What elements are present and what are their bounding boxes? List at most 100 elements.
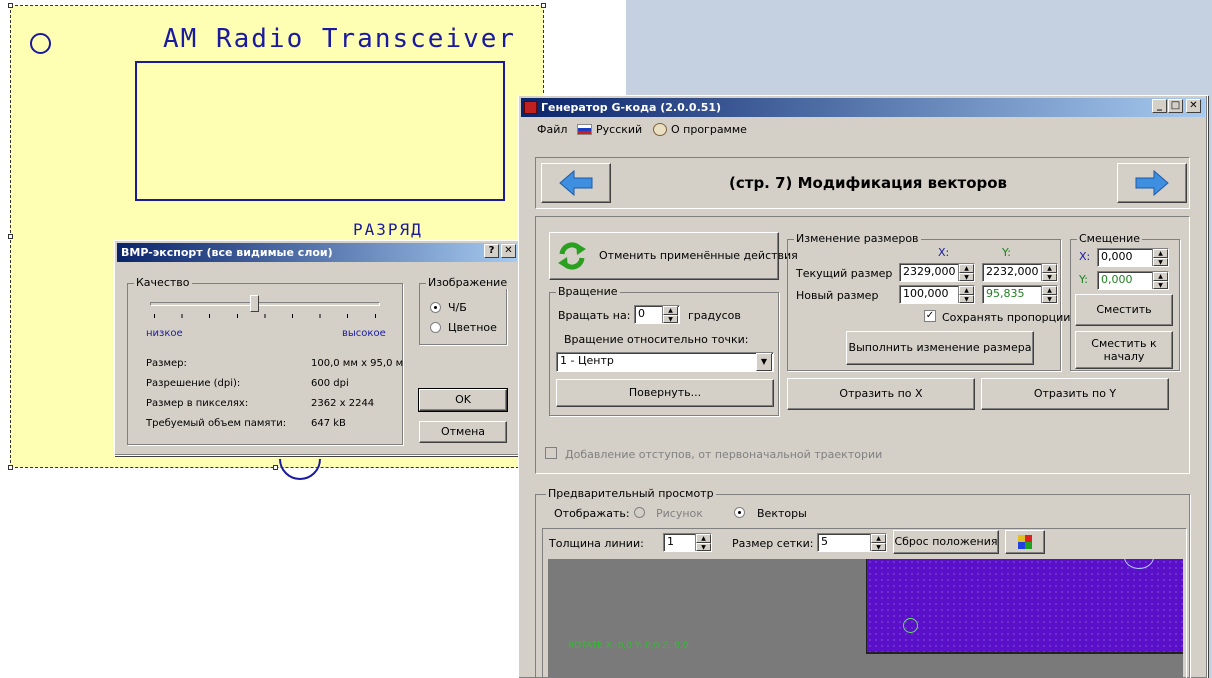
rotation-point-select[interactable]: 1 - Центр xyxy=(556,352,774,372)
gcode-generator-window: Генератор G-кода (2.0.0.51) _ □ ✕ Файл Р… xyxy=(518,95,1208,678)
menu-about[interactable]: О программе xyxy=(671,123,747,136)
selection-handle[interactable] xyxy=(8,234,13,239)
grid-size-spinner[interactable]: ▲ ▼ xyxy=(870,534,886,551)
menu-language[interactable]: Русский xyxy=(596,123,642,136)
cancel-button[interactable]: Отмена xyxy=(419,421,507,443)
new-size-x-spinner[interactable]: ▲ ▼ xyxy=(958,286,974,303)
apply-resize-button[interactable]: Выполнить изменение размера xyxy=(846,331,1034,365)
bw-radio[interactable] xyxy=(430,302,441,313)
move-button[interactable]: Сместить xyxy=(1075,294,1173,326)
keep-proportions-checkbox[interactable]: ✓ xyxy=(924,310,936,322)
help-button[interactable]: ? xyxy=(484,244,499,258)
rotation-group: Вращение Вращать на: 0 ▲ ▼ градусов Враще… xyxy=(549,285,779,416)
color-label: Цветное xyxy=(448,321,497,334)
picture-radio[interactable] xyxy=(634,507,645,518)
line-width-spinner[interactable]: ▲ ▼ xyxy=(695,534,711,551)
preview-viewport[interactable]: ROTATE X: 0,0 Y: 0,0 Z: 0,0 xyxy=(548,559,1183,678)
move-to-start-label-2: началу xyxy=(1103,350,1145,363)
slider-low-label: низкое xyxy=(146,328,183,339)
board-label: РАЗРЯД xyxy=(353,220,423,239)
maximize-button[interactable]: □ xyxy=(1168,99,1183,113)
gcode-titlebar: Генератор G-кода (2.0.0.51) xyxy=(521,98,1205,117)
indent-label: Добавление отступов, от первоначальной т… xyxy=(565,448,883,461)
selection-handle[interactable] xyxy=(541,3,546,8)
offset-y-spinner[interactable]: ▲ ▼ xyxy=(1152,272,1168,289)
info-dpi-label: Разрешение (dpi): xyxy=(146,378,241,389)
board-title: AM Radio Transceiver xyxy=(163,24,517,54)
resize-x-header: X: xyxy=(938,246,950,259)
close-window-button[interactable]: ✕ xyxy=(1186,99,1201,113)
vector-preview-board xyxy=(866,559,1183,654)
new-size-y-spinner[interactable]: ▲ ▼ xyxy=(1041,286,1057,303)
ok-button[interactable]: OK xyxy=(418,388,508,412)
app-icon xyxy=(524,101,537,114)
vectors-radio[interactable] xyxy=(734,507,745,518)
selection-handle[interactable] xyxy=(8,465,13,470)
chevron-down-icon[interactable]: ▼ xyxy=(756,353,772,371)
info-memory-label: Требуемый объем памяти: xyxy=(146,418,287,429)
image-mode-group: Изображение Ч/Б Цветное xyxy=(419,276,510,345)
quality-slider-thumb[interactable] xyxy=(249,295,259,312)
info-memory-value: 647 kB xyxy=(311,418,346,429)
offset-y-label: Y: xyxy=(1079,273,1088,286)
russian-flag-icon xyxy=(577,124,592,135)
info-dpi-value: 600 dpi xyxy=(311,378,349,389)
bmp-export-dialog: BMP-экспорт (все видимые слои) ? ✕ Качес… xyxy=(114,240,520,456)
quality-slider-track xyxy=(150,302,380,306)
quality-group: Качество низкое высокое Размер: 100,0 мм… xyxy=(127,276,403,445)
close-button[interactable]: ✕ xyxy=(501,244,516,258)
rotate-by-label: Вращать на: xyxy=(558,309,631,322)
rotate-button[interactable]: Повернуть... xyxy=(556,379,774,407)
selection-handle[interactable] xyxy=(273,465,278,470)
current-size-x-spinner[interactable]: ▲ ▼ xyxy=(958,264,974,281)
slider-ticks xyxy=(154,314,376,318)
mirror-x-button[interactable]: Отразить по X xyxy=(787,378,975,410)
selection-handle[interactable] xyxy=(8,3,13,8)
mounting-hole xyxy=(30,33,51,54)
rotate-status-text: ROTATE X: 0,0 Y: 0,0 Z: 0,0 xyxy=(568,641,689,651)
reset-position-button[interactable]: Сброс положения xyxy=(893,530,999,554)
undo-actions-button[interactable]: Отменить применённые действия xyxy=(549,232,798,280)
image-mode-label: Изображение xyxy=(426,276,510,289)
mirror-y-button[interactable]: Отразить по Y xyxy=(981,378,1169,410)
color-palette-button[interactable] xyxy=(1005,530,1045,554)
offset-x-spinner[interactable]: ▲ ▼ xyxy=(1152,249,1168,266)
resize-y-header: Y: xyxy=(1002,246,1011,259)
show-label: Отображать: xyxy=(554,507,630,520)
forward-button[interactable] xyxy=(1117,163,1187,203)
board-outline-rect xyxy=(135,61,505,201)
quality-group-label: Качество xyxy=(134,276,192,289)
arrow-left-icon xyxy=(559,169,593,197)
move-to-start-button[interactable]: Сместить к началу xyxy=(1075,331,1173,369)
vectors-label: Векторы xyxy=(757,507,807,520)
minimize-button[interactable]: _ xyxy=(1152,99,1167,113)
bmp-dialog-titlebar: BMP-экспорт (все видимые слои) xyxy=(117,243,517,262)
rotate-angle-spinner[interactable]: ▲ ▼ xyxy=(662,306,678,323)
undo-actions-label: Отменить применённые действия xyxy=(599,249,798,262)
resize-group: Изменение размеров X: Y: Текущий размер … xyxy=(787,232,1070,371)
preview-group-label: Предварительный просмотр xyxy=(546,487,716,500)
slider-high-label: высокое xyxy=(342,328,386,339)
info-size-value: 100,0 мм x 95,0 мм xyxy=(311,358,403,369)
color-radio[interactable] xyxy=(430,322,441,333)
back-button[interactable] xyxy=(541,163,611,203)
info-size-label: Размер: xyxy=(146,358,187,369)
new-size-label: Новый размер xyxy=(796,289,879,302)
picture-label: Рисунок xyxy=(656,507,703,520)
move-to-start-label-1: Сместить к xyxy=(1091,337,1157,350)
preview-group: Предварительный просмотр Отображать: Рис… xyxy=(535,487,1190,678)
degrees-label: градусов xyxy=(688,309,741,322)
current-size-y-spinner[interactable]: ▲ ▼ xyxy=(1041,264,1057,281)
arrow-right-icon xyxy=(1135,169,1169,197)
line-width-label: Толщина линии: xyxy=(549,537,644,550)
menu-file[interactable]: Файл xyxy=(537,123,567,136)
preview-circle xyxy=(903,618,918,633)
gcode-title: Генератор G-кода (2.0.0.51) xyxy=(541,101,722,114)
info-icon xyxy=(653,123,667,136)
rotation-group-label: Вращение xyxy=(556,285,620,298)
current-size-label: Текущий размер xyxy=(796,267,893,280)
offset-group-label: Смещение xyxy=(1077,232,1142,245)
resize-group-label: Изменение размеров xyxy=(794,232,921,245)
indent-checkbox[interactable] xyxy=(545,447,557,459)
rotate-relative-label: Вращение относительно точки: xyxy=(564,333,749,346)
